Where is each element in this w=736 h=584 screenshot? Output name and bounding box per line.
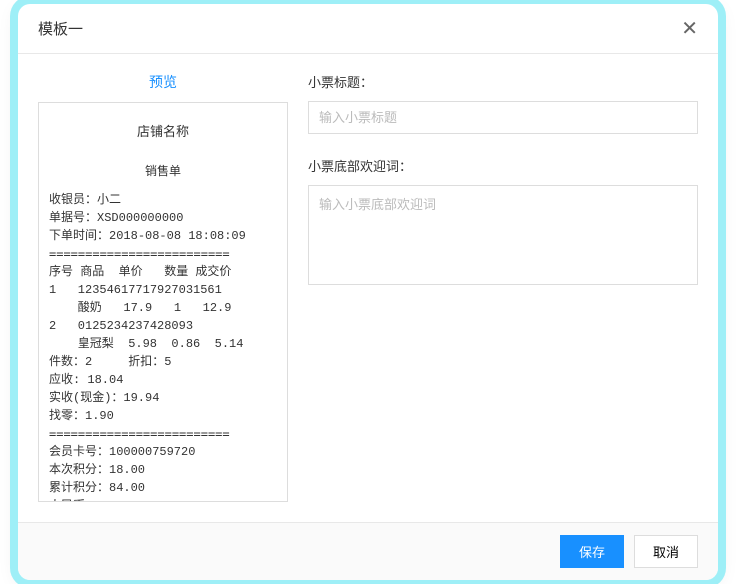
receipt-content: 店铺名称 销售单 收银员：小二 单据号：XSD000000000 下单时间：20… (39, 103, 287, 502)
cancel-button[interactable]: 取消 (634, 535, 698, 568)
receipt-divider: ========================= (49, 245, 277, 263)
receipt-cashier: 收银员：小二 (49, 191, 277, 209)
receipt-divider: ========================= (49, 425, 277, 443)
receipt-item-row: 酸奶 17.9 1 12.9 (49, 299, 277, 317)
footer-field-label: 小票底部欢迎词： (308, 156, 698, 175)
receipt-receivable: 应收: 18.04 (49, 371, 277, 389)
preview-panel: 预览 店铺名称 销售单 收银员：小二 单据号：XSD000000000 下单时间… (38, 64, 288, 502)
title-field-label: 小票标题： (308, 72, 698, 91)
receipt-table-header: 序号 商品 单价 数量 成交价 (49, 263, 277, 281)
preview-label: 预览 (38, 64, 288, 102)
modal-footer: 保存 取消 (18, 522, 718, 580)
receipt-paid: 实收(现金)：19.94 (49, 389, 277, 407)
form-panel: 小票标题： 小票底部欢迎词： (308, 64, 698, 502)
receipt-item-row: 1 12354617717927031561 (49, 281, 277, 299)
save-button[interactable]: 保存 (560, 535, 624, 568)
receipt-rmb: 人民币：100.00 (49, 497, 277, 503)
receipt-member-card: 会员卡号：100000759720 (49, 443, 277, 461)
receipt-qty-discount: 件数：2 折扣：5 (49, 353, 277, 371)
footer-textarea[interactable] (308, 185, 698, 285)
receipt-doc-type: 销售单 (49, 163, 277, 191)
receipt-this-points: 本次积分：18.00 (49, 461, 277, 479)
modal-container: 模板一 ✕ 预览 店铺名称 销售单 收银员：小二 单据号：XSD00000000… (18, 4, 718, 580)
receipt-change: 找零：1.90 (49, 407, 277, 425)
modal-body: 预览 店铺名称 销售单 收银员：小二 单据号：XSD000000000 下单时间… (18, 54, 718, 522)
receipt-total-points: 累计积分：84.00 (49, 479, 277, 497)
receipt-scroll-container[interactable]: 店铺名称 销售单 收银员：小二 单据号：XSD000000000 下单时间：20… (38, 102, 288, 502)
receipt-item-row: 皇冠梨 5.98 0.86 5.14 (49, 335, 277, 353)
receipt-shop-name: 店铺名称 (49, 117, 277, 163)
modal-title: 模板一 (38, 18, 83, 39)
close-icon: ✕ (681, 18, 698, 40)
modal-header: 模板一 ✕ (18, 4, 718, 54)
receipt-order-time: 下单时间：2018-08-08 18:08:09 (49, 227, 277, 245)
close-button[interactable]: ✕ (681, 19, 698, 39)
receipt-item-row: 2 0125234237428093 (49, 317, 277, 335)
title-input[interactable] (308, 101, 698, 134)
receipt-order-no: 单据号：XSD000000000 (49, 209, 277, 227)
